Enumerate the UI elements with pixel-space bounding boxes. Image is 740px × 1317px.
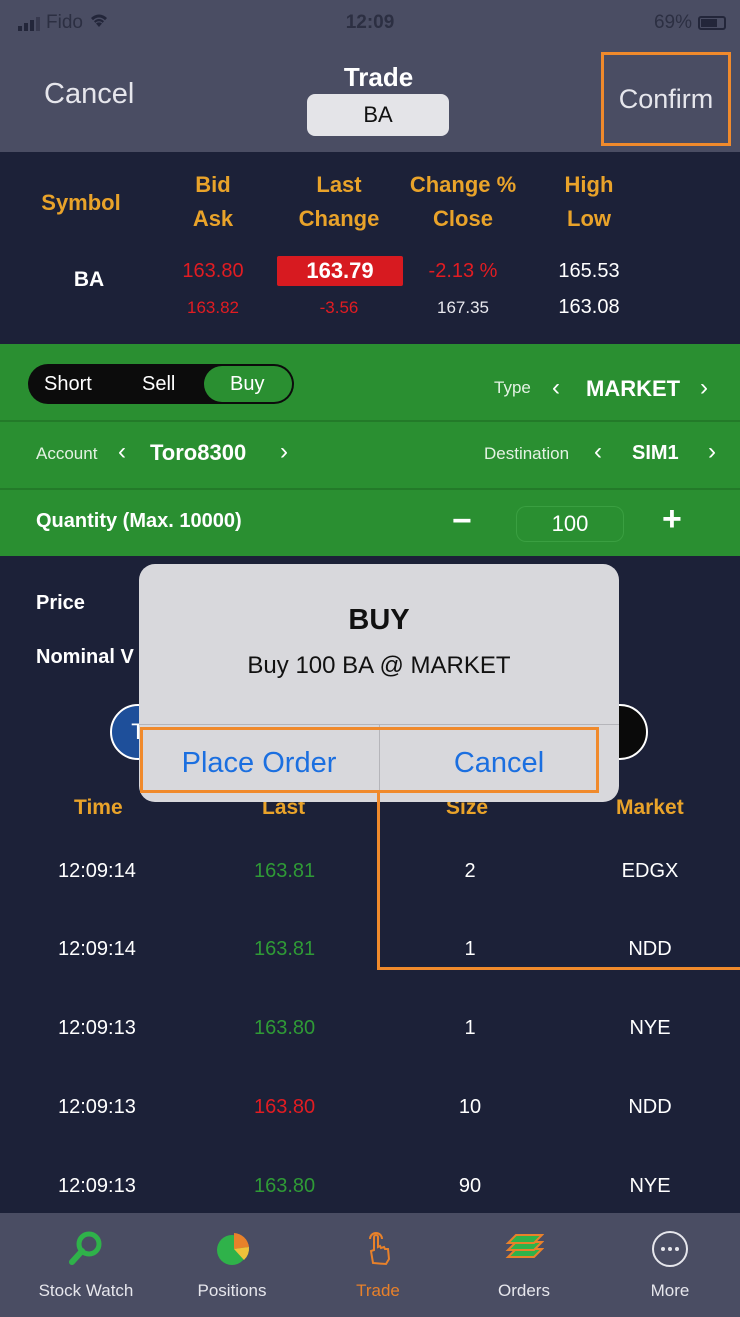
ask-value: 163.82 <box>187 298 239 317</box>
divider <box>0 420 740 422</box>
quote-symbol: BA <box>73 268 105 291</box>
tab-positions[interactable]: Positions <box>158 1213 306 1317</box>
type-next-chevron-icon[interactable]: › <box>700 374 708 402</box>
trade-market: NDD <box>628 1096 672 1118</box>
tab-trade[interactable]: Trade <box>304 1213 452 1317</box>
ellipsis-circle-icon <box>652 1231 688 1267</box>
quote-table: Symbol Bid Ask Last Change Change % Clos… <box>0 152 740 344</box>
trade-size: 10 <box>458 1096 482 1118</box>
trade-market: NDD <box>628 938 672 960</box>
dialog-title: BUY <box>348 604 410 636</box>
tab-more[interactable]: More <box>596 1213 740 1317</box>
side-option-buy[interactable]: Buy <box>230 373 264 396</box>
tab-orders[interactable]: Orders <box>450 1213 598 1317</box>
trade-size: 2 <box>464 860 476 882</box>
type-value: MARKET <box>586 376 681 401</box>
trade-last: 163.80 <box>254 1017 316 1039</box>
trade-time: 12:09:13 <box>58 1017 136 1039</box>
destination-value: SIM1 <box>632 442 679 464</box>
bid-header: Bid <box>195 172 231 197</box>
status-bar: Fido 12:09 69% <box>0 0 740 44</box>
stack-icon <box>505 1234 544 1258</box>
highlight-line <box>377 967 740 970</box>
side-selector[interactable]: Short Sell Buy <box>28 364 294 404</box>
trade-size: 1 <box>464 938 476 960</box>
trade-market: EDGX <box>621 860 679 882</box>
account-prev-chevron-icon[interactable]: ‹ <box>118 438 126 466</box>
close-header: Close <box>433 206 493 231</box>
trade-size: 90 <box>458 1175 482 1197</box>
trade-time: 12:09:13 <box>58 1175 136 1197</box>
trade-time: 12:09:14 <box>58 860 136 882</box>
low-header: Low <box>567 206 611 231</box>
divider <box>0 488 740 490</box>
battery-icon <box>698 16 726 30</box>
trade-market: NYE <box>629 1017 671 1039</box>
nav-bar: Cancel Trade BA Confirm <box>0 44 740 152</box>
tab-label: Stock Watch <box>38 1281 134 1300</box>
tab-bar: Stock Watch Positions Trade Orders More <box>0 1213 740 1317</box>
type-label: Type <box>494 378 531 397</box>
side-option-sell[interactable]: Sell <box>142 373 175 396</box>
trade-time: 12:09:14 <box>58 938 136 960</box>
change-pct-value: -2.13 % <box>428 260 498 282</box>
destination-label: Destination <box>484 444 570 463</box>
quantity-decrement-button[interactable]: − <box>452 502 472 541</box>
quantity-label: Quantity (Max. 10000) <box>36 510 242 532</box>
last-value: 163.79 <box>277 256 403 286</box>
highlight-box <box>140 727 599 793</box>
trade-last: 163.81 <box>254 938 316 960</box>
battery-percent: 69% <box>653 12 692 33</box>
quantity-input[interactable]: 100 <box>516 506 624 542</box>
time-header: Time <box>74 796 123 819</box>
ask-header: Ask <box>192 206 234 231</box>
symbol-field[interactable]: BA <box>307 94 449 136</box>
confirm-button[interactable]: Confirm <box>601 52 731 146</box>
trade-size: 1 <box>464 1017 476 1039</box>
tab-stock-watch[interactable]: Stock Watch <box>12 1213 160 1317</box>
pie-chart-icon <box>217 1233 250 1265</box>
symbol-header: Symbol <box>41 190 121 215</box>
change-value: -3.56 <box>319 298 359 317</box>
side-option-short[interactable]: Short <box>44 373 92 396</box>
highlight-line <box>377 790 380 970</box>
account-value: Toro8300 <box>150 440 247 465</box>
high-header: High <box>564 172 614 197</box>
account-next-chevron-icon[interactable]: › <box>280 438 288 466</box>
close-value: 167.35 <box>437 298 489 317</box>
magnifier-icon <box>69 1231 102 1265</box>
tab-label: Positions <box>197 1281 267 1300</box>
trade-last: 163.80 <box>254 1175 316 1197</box>
tab-label: Trade <box>356 1281 400 1300</box>
tap-hand-icon <box>369 1232 391 1266</box>
account-label: Account <box>36 444 98 463</box>
status-time: 12:09 <box>345 12 395 33</box>
price-label: Price <box>36 592 85 614</box>
last-header: Last <box>316 172 362 197</box>
dialog-message: Buy 100 BA @ MARKET <box>247 652 511 679</box>
trade-market: NYE <box>629 1175 671 1197</box>
high-value: 165.53 <box>558 260 620 282</box>
destination-next-chevron-icon[interactable]: › <box>708 438 716 466</box>
trade-last: 163.81 <box>254 860 316 882</box>
trade-time: 12:09:13 <box>58 1096 136 1118</box>
quantity-increment-button[interactable]: + <box>662 500 682 539</box>
type-prev-chevron-icon[interactable]: ‹ <box>552 374 560 402</box>
change-header: Change <box>298 206 380 231</box>
order-panel: Short Sell Buy Type ‹ MARKET › Account ‹… <box>0 344 740 556</box>
market-header: Market <box>616 796 684 819</box>
change-pct-header: Change % <box>409 172 517 197</box>
bid-value: 163.80 <box>182 260 244 282</box>
nominal-value-label: Nominal V <box>36 646 134 668</box>
destination-prev-chevron-icon[interactable]: ‹ <box>594 438 602 466</box>
battery: 69% <box>654 12 726 34</box>
low-value: 163.08 <box>558 296 620 318</box>
trade-last: 163.80 <box>254 1096 316 1118</box>
tab-label: Orders <box>498 1281 550 1300</box>
tab-label: More <box>650 1281 690 1300</box>
